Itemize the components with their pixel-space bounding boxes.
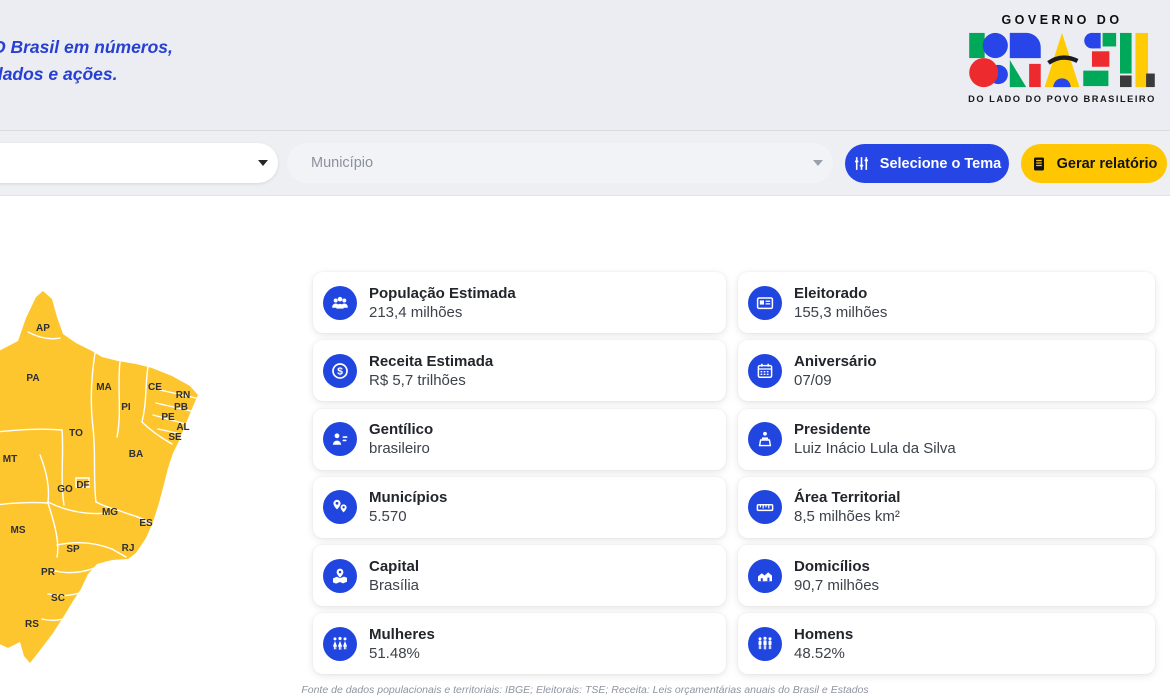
- card-receita: $ Receita Estimada R$ 5,7 trilhões: [313, 340, 726, 401]
- card-value: 51.48%: [369, 644, 435, 663]
- chevron-down-icon: [813, 160, 823, 166]
- municipality-dropdown[interactable]: Município: [287, 143, 833, 183]
- card-aniversario: Aniversário 07/09: [738, 340, 1155, 401]
- state-label-es[interactable]: ES: [139, 518, 153, 529]
- dollar-icon: $: [323, 354, 357, 388]
- houses-icon: [748, 559, 782, 593]
- person-lines-icon: [323, 422, 357, 456]
- card-title: Eleitorado: [794, 284, 887, 303]
- page-title: O Brasil em números, dados e ações.: [0, 34, 173, 88]
- logo-bottom-text: DO LADO DO POVO BRASILEIRO: [968, 94, 1156, 104]
- card-title: Presidente: [794, 420, 956, 439]
- brazil-map[interactable]: APPAMACERNPBPIPEALSETOBAMTGODFMGESMSSPRJ…: [0, 285, 324, 685]
- card-mulheres: Mulheres 51.48%: [313, 613, 726, 674]
- card-value: brasileiro: [369, 439, 433, 458]
- generate-report-label: Gerar relatório: [1057, 156, 1158, 172]
- card-value: Brasília: [369, 576, 419, 595]
- stat-cards: População Estimada 213,4 milhões Eleitor…: [313, 272, 1155, 674]
- state-label-mg[interactable]: MG: [102, 507, 118, 518]
- logo-top-text: GOVERNO DO: [1001, 13, 1122, 27]
- municipality-placeholder: Município: [311, 155, 373, 171]
- podium-speaker-icon: [748, 422, 782, 456]
- card-value: 07/09: [794, 371, 877, 390]
- state-label-pe[interactable]: PE: [161, 412, 175, 423]
- state-label-ap[interactable]: AP: [36, 323, 50, 334]
- card-value: 155,3 milhões: [794, 303, 887, 322]
- select-theme-button[interactable]: Selecione o Tema: [845, 144, 1009, 183]
- state-label-se[interactable]: SE: [168, 432, 182, 443]
- governo-do-brasil-logo: GOVERNO DO: [960, 13, 1164, 104]
- state-label-ba[interactable]: BA: [129, 449, 143, 460]
- card-value: 48.52%: [794, 644, 853, 663]
- card-eleitorado: Eleitorado 155,3 milhões: [738, 272, 1155, 333]
- state-label-pb[interactable]: PB: [174, 402, 188, 413]
- calendar-icon: [748, 354, 782, 388]
- state-label-pa[interactable]: PA: [26, 373, 39, 384]
- state-label-ms[interactable]: MS: [11, 525, 26, 536]
- card-title: Domicílios: [794, 557, 879, 576]
- map-location-icon: [323, 559, 357, 593]
- state-label-df[interactable]: DF: [76, 480, 89, 491]
- ruler-icon: [748, 490, 782, 524]
- brasil-em-numeros-page: O Brasil em números, dados e ações. GOVE…: [0, 0, 1170, 700]
- state-label-rj[interactable]: RJ: [122, 543, 135, 554]
- filter-bar: Município Selecione o Tema Gerar relatór…: [0, 131, 1170, 196]
- card-municipios: Municípios 5.570: [313, 477, 726, 538]
- card-value: 8,5 milhões km²: [794, 507, 900, 526]
- generate-report-button[interactable]: Gerar relatório: [1021, 144, 1167, 183]
- select-theme-label: Selecione o Tema: [880, 156, 1001, 172]
- data-source-note: Fonte de dados populacionais e territori…: [0, 684, 1170, 696]
- women-group-icon: [323, 627, 357, 661]
- card-value: 90,7 milhões: [794, 576, 879, 595]
- card-title: Capital: [369, 557, 419, 576]
- tagline-line2: dados e ações.: [0, 61, 173, 88]
- card-title: Aniversário: [794, 352, 877, 371]
- state-label-mt[interactable]: MT: [3, 454, 17, 465]
- state-label-rn[interactable]: RN: [176, 390, 190, 401]
- card-title: Área Territorial: [794, 488, 900, 507]
- card-value: 5.570: [369, 507, 447, 526]
- state-label-sc[interactable]: SC: [51, 593, 65, 604]
- brasil-logo-icon: [966, 31, 1158, 89]
- card-value: 213,4 milhões: [369, 303, 516, 322]
- card-title: Receita Estimada: [369, 352, 493, 371]
- card-domicilios: Domicílios 90,7 milhões: [738, 545, 1155, 606]
- state-label-pi[interactable]: PI: [121, 402, 131, 413]
- chevron-down-icon: [258, 160, 268, 166]
- card-value: Luiz Inácio Lula da Silva: [794, 439, 956, 458]
- card-populacao: População Estimada 213,4 milhões: [313, 272, 726, 333]
- state-label-ma[interactable]: MA: [96, 382, 112, 393]
- sliders-icon: [853, 155, 870, 172]
- card-gentilico: Gentílico brasileiro: [313, 409, 726, 470]
- card-title: Mulheres: [369, 625, 435, 644]
- card-title: Gentílico: [369, 420, 433, 439]
- state-label-to[interactable]: TO: [69, 428, 83, 439]
- tagline-line1: O Brasil em números,: [0, 34, 173, 61]
- card-title: Homens: [794, 625, 853, 644]
- brazil-map-land: [0, 291, 198, 663]
- state-label-rs[interactable]: RS: [25, 619, 39, 630]
- state-label-ce[interactable]: CE: [148, 382, 162, 393]
- report-document-icon: [1031, 156, 1047, 172]
- card-area-territorial: Área Territorial 8,5 milhões km²: [738, 477, 1155, 538]
- card-homens: Homens 48.52%: [738, 613, 1155, 674]
- state-label-go[interactable]: GO: [57, 484, 73, 495]
- state-dropdown[interactable]: [0, 143, 278, 183]
- voter-id-card-icon: [748, 286, 782, 320]
- map-pins-icon: [323, 490, 357, 524]
- users-icon: [323, 286, 357, 320]
- card-value: R$ 5,7 trilhões: [369, 371, 493, 390]
- header: O Brasil em números, dados e ações. GOVE…: [0, 0, 1170, 131]
- card-presidente: Presidente Luiz Inácio Lula da Silva: [738, 409, 1155, 470]
- svg-text:$: $: [337, 365, 343, 377]
- card-title: Municípios: [369, 488, 447, 507]
- men-group-icon: [748, 627, 782, 661]
- state-label-pr[interactable]: PR: [41, 567, 56, 578]
- card-title: População Estimada: [369, 284, 516, 303]
- card-capital: Capital Brasília: [313, 545, 726, 606]
- state-label-sp[interactable]: SP: [66, 544, 80, 555]
